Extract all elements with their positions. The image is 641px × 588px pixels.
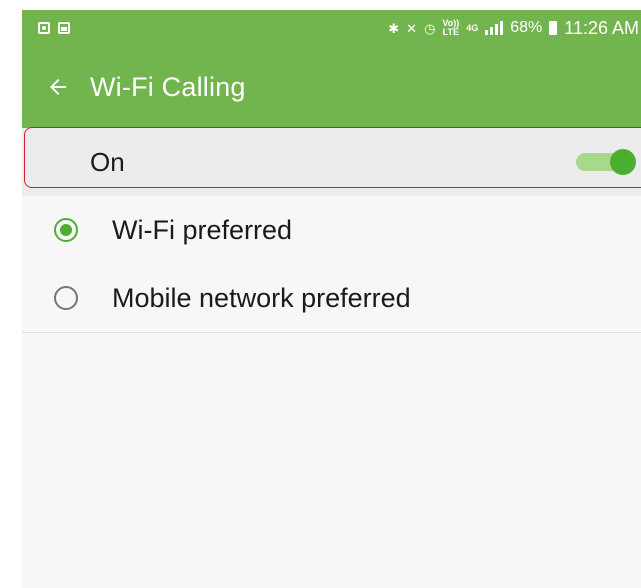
- screen-mirror-icon: [38, 22, 50, 34]
- battery-icon: [549, 21, 558, 35]
- switch-label: On: [90, 146, 125, 177]
- signal-icon: [485, 21, 504, 35]
- page-title: Wi-Fi Calling: [90, 71, 246, 102]
- option-label: Mobile network preferred: [112, 282, 411, 313]
- toggle-knob: [610, 149, 636, 175]
- bluetooth-icon: ✱: [388, 20, 400, 36]
- wifi-calling-toggle[interactable]: [576, 149, 636, 175]
- option-wifi-preferred[interactable]: Wi-Fi preferred: [22, 196, 641, 265]
- option-mobile-network-preferred[interactable]: Mobile network preferred: [22, 264, 641, 333]
- arrow-left-icon[interactable]: [46, 75, 70, 99]
- alarm-icon: ◷: [424, 20, 436, 36]
- phone-screen: ✱ ✕ ◷ Vo)) LTE 4G 68% 11:26 AM Wi-Fi Cal…: [22, 10, 641, 588]
- volte-bottom-text: LTE: [442, 27, 459, 37]
- wifi-calling-switch-row[interactable]: On: [22, 128, 641, 196]
- radio-unselected-icon[interactable]: [54, 286, 78, 310]
- radio-selected-icon[interactable]: [54, 218, 78, 242]
- battery-percent: 68%: [510, 19, 543, 36]
- volte-icon: Vo)) LTE: [442, 19, 459, 37]
- status-right-icons: ✱ ✕ ◷ Vo)) LTE 4G 68% 11:26 AM: [388, 18, 641, 39]
- mute-icon: ✕: [406, 20, 418, 36]
- 4g-icon: 4G: [466, 22, 479, 33]
- app-bar: Wi-Fi Calling: [22, 46, 641, 128]
- clock: 11:26 AM: [564, 17, 639, 38]
- status-left-icons: [22, 22, 70, 34]
- status-bar: ✱ ✕ ◷ Vo)) LTE 4G 68% 11:26 AM: [22, 10, 641, 46]
- gallery-icon: [58, 22, 70, 34]
- option-label: Wi-Fi preferred: [112, 214, 293, 245]
